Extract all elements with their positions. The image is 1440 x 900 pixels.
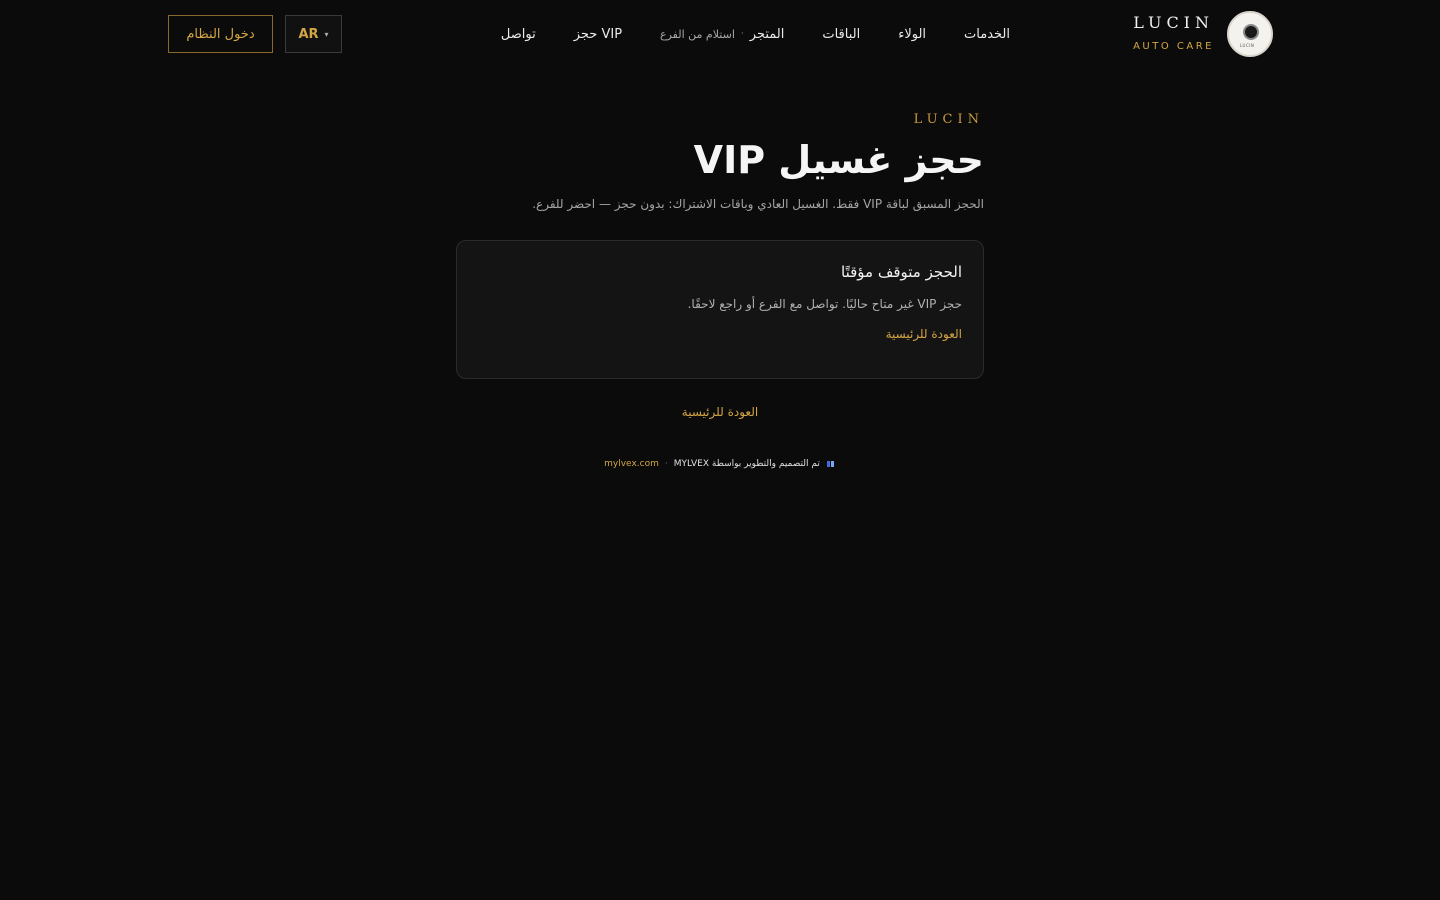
nav-item-services[interactable]: الخدمات (964, 27, 1010, 42)
page-title: حجز غسيل VIP (693, 138, 984, 182)
logo-emblem-icon (1245, 26, 1257, 38)
language-label: AR (298, 26, 319, 42)
brand-tagline: AUTO CARE (1133, 41, 1214, 52)
developer-logo-icon (826, 461, 834, 467)
notice-title: الحجز متوقف مؤقتًا (841, 263, 962, 281)
brand-name: LUCIN (1133, 13, 1214, 32)
nav-item-store-pickup: استلام من الفرع (660, 27, 735, 41)
booking-paused-card: الحجز متوقف مؤقتًا حجز VIP غير متاح حالي… (456, 240, 984, 379)
nav-item-vip-booking[interactable]: حجز VIP (574, 27, 622, 42)
logo-mini-text: LUCIN (1240, 43, 1255, 48)
nav-item-contact[interactable]: تواصل (501, 27, 536, 42)
back-home-link[interactable]: العودة للرئيسية (0, 405, 1440, 419)
brand-logo[interactable]: LUCIN (1227, 11, 1273, 57)
login-button[interactable]: دخول النظام (168, 15, 273, 53)
language-switcher[interactable]: AR ▾ (285, 15, 342, 53)
site-header: LUCIN LUCIN AUTO CARE الخدمات الولاء الب… (0, 0, 1440, 68)
footer-separator: · (664, 459, 668, 469)
notice-home-link[interactable]: العودة للرئيسية (478, 327, 962, 341)
main-content: LUCIN حجز غسيل VIP الحجز المسبق لباقة VI… (456, 100, 984, 379)
main-nav: الخدمات الولاء الباقات المتجر · استلام م… (470, 22, 1010, 46)
nav-item-store[interactable]: المتجر (750, 27, 785, 42)
page-subtitle: الحجز المسبق لباقة VIP فقط. الغسيل العاد… (532, 197, 984, 211)
footer-developer-link[interactable]: mylvex.com (604, 459, 659, 469)
nav-dot-separator: · (740, 29, 744, 39)
nav-item-packages[interactable]: الباقات (822, 27, 860, 42)
brand[interactable]: LUCIN LUCIN AUTO CARE (1133, 11, 1274, 57)
nav-item-store-group: المتجر · استلام من الفرع (660, 27, 784, 42)
footer-credit: تم التصميم والتطوير بواسطة MYLVEX (673, 459, 820, 469)
nav-item-loyalty[interactable]: الولاء (898, 27, 926, 42)
chevron-down-icon: ▾ (324, 29, 329, 39)
notice-text: حجز VIP غير متاح حاليًا. تواصل مع الفرع … (687, 297, 962, 311)
site-footer: تم التصميم والتطوير بواسطة MYLVEX · mylv… (0, 457, 1440, 471)
page-eyebrow: LUCIN (913, 112, 984, 127)
